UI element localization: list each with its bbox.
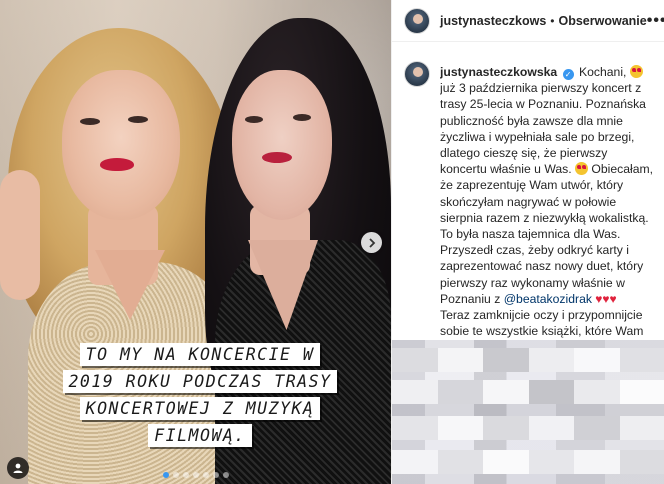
blur-block: [437, 380, 483, 404]
blur-block: [574, 416, 620, 440]
heart-eyes-emoji-icon: [575, 162, 589, 176]
caption-segment: Kochani,: [575, 65, 630, 79]
carousel-dot: [182, 472, 189, 478]
blur-row: [392, 450, 664, 474]
blur-block: [483, 348, 529, 372]
blur-block: [528, 450, 574, 474]
verified-badge-icon: ✓: [562, 69, 574, 80]
header-separator: •: [550, 13, 555, 28]
blur-block: [392, 450, 438, 474]
avatar[interactable]: [404, 7, 430, 34]
blur-block: [619, 348, 664, 372]
blur-block: [437, 450, 483, 474]
caption-username[interactable]: justynasteczkowska: [440, 65, 557, 79]
right-woman-lips: [262, 152, 292, 163]
carousel-dot: [222, 472, 229, 478]
blur-block: [483, 416, 529, 440]
blur-block: [483, 450, 529, 474]
caption-text: justynasteczkowska ✓ Kochani, już 3 paźd…: [440, 64, 655, 340]
blur-block: [392, 416, 438, 440]
left-woman-eye: [128, 116, 148, 123]
blur-block: [483, 380, 529, 404]
caption-line: FILMOWĄ.: [148, 424, 252, 447]
left-woman-arm: [0, 170, 40, 300]
left-woman-lips: [100, 158, 134, 171]
blur-block: [392, 348, 438, 372]
blur-block: [528, 416, 574, 440]
mention-link[interactable]: @beatakozidrak: [504, 292, 592, 306]
avatar[interactable]: [404, 61, 430, 87]
caption-segment: Teraz zamknijcie oczy i przypomnijcie so…: [440, 308, 644, 339]
caption-segment: Obiecałam, że zaprezentuję Wam utwór, kt…: [440, 162, 654, 306]
blur-block: [574, 450, 620, 474]
chevron-right-icon[interactable]: [361, 232, 382, 253]
post-header: justynasteczkows • Obserwowanie •••: [392, 0, 664, 42]
blur-block: [392, 380, 438, 404]
caption-block: justynasteczkowska ✓ Kochani, już 3 paźd…: [392, 42, 664, 340]
carousel-dot: [202, 472, 209, 478]
blur-block: [528, 380, 574, 404]
more-options-icon[interactable]: •••: [647, 12, 664, 30]
blur-block: [619, 450, 664, 474]
blurred-comments: [392, 340, 664, 484]
right-woman-eye: [245, 116, 263, 123]
header-username[interactable]: justynasteczkows: [440, 14, 546, 28]
blur-block: [619, 380, 664, 404]
right-woman-face: [232, 70, 332, 220]
heart-eyes-emoji-icon: [629, 65, 643, 78]
carousel-dot: [192, 472, 199, 478]
blur-row: [392, 416, 664, 440]
blur-block: [574, 348, 620, 372]
blur-block: [619, 416, 664, 440]
carousel-dot: [212, 472, 219, 478]
blur-block: [528, 348, 574, 372]
blur-row: [392, 380, 664, 404]
carousel-dots: [0, 472, 391, 478]
following-button[interactable]: Obserwowanie: [559, 14, 647, 28]
photo-caption-overlay: TO MY NA KONCERCIE W 2019 ROKU PODCZAS T…: [30, 343, 370, 447]
caption-line: TO MY NA KONCERCIE W: [79, 343, 321, 366]
heart-emoji-icon: ♥♥♥: [591, 291, 617, 306]
post-sidebar: justynasteczkows • Obserwowanie ••• just…: [391, 0, 664, 484]
caption-line: 2019 ROKU PODCZAS TRASY: [62, 370, 338, 393]
carousel-dot: [172, 472, 179, 478]
carousel-dot: [162, 472, 169, 478]
blur-row: [392, 348, 664, 372]
left-woman-eye: [80, 118, 100, 125]
caption-line: KONCERTOWEJ Z MUZYKĄ: [79, 397, 321, 420]
post-photo[interactable]: TO MY NA KONCERCIE W 2019 ROKU PODCZAS T…: [0, 0, 391, 484]
blur-block: [437, 348, 483, 372]
left-woman-face: [62, 70, 180, 220]
blur-block: [437, 416, 483, 440]
right-woman-eye: [293, 114, 311, 121]
blur-block: [574, 380, 620, 404]
